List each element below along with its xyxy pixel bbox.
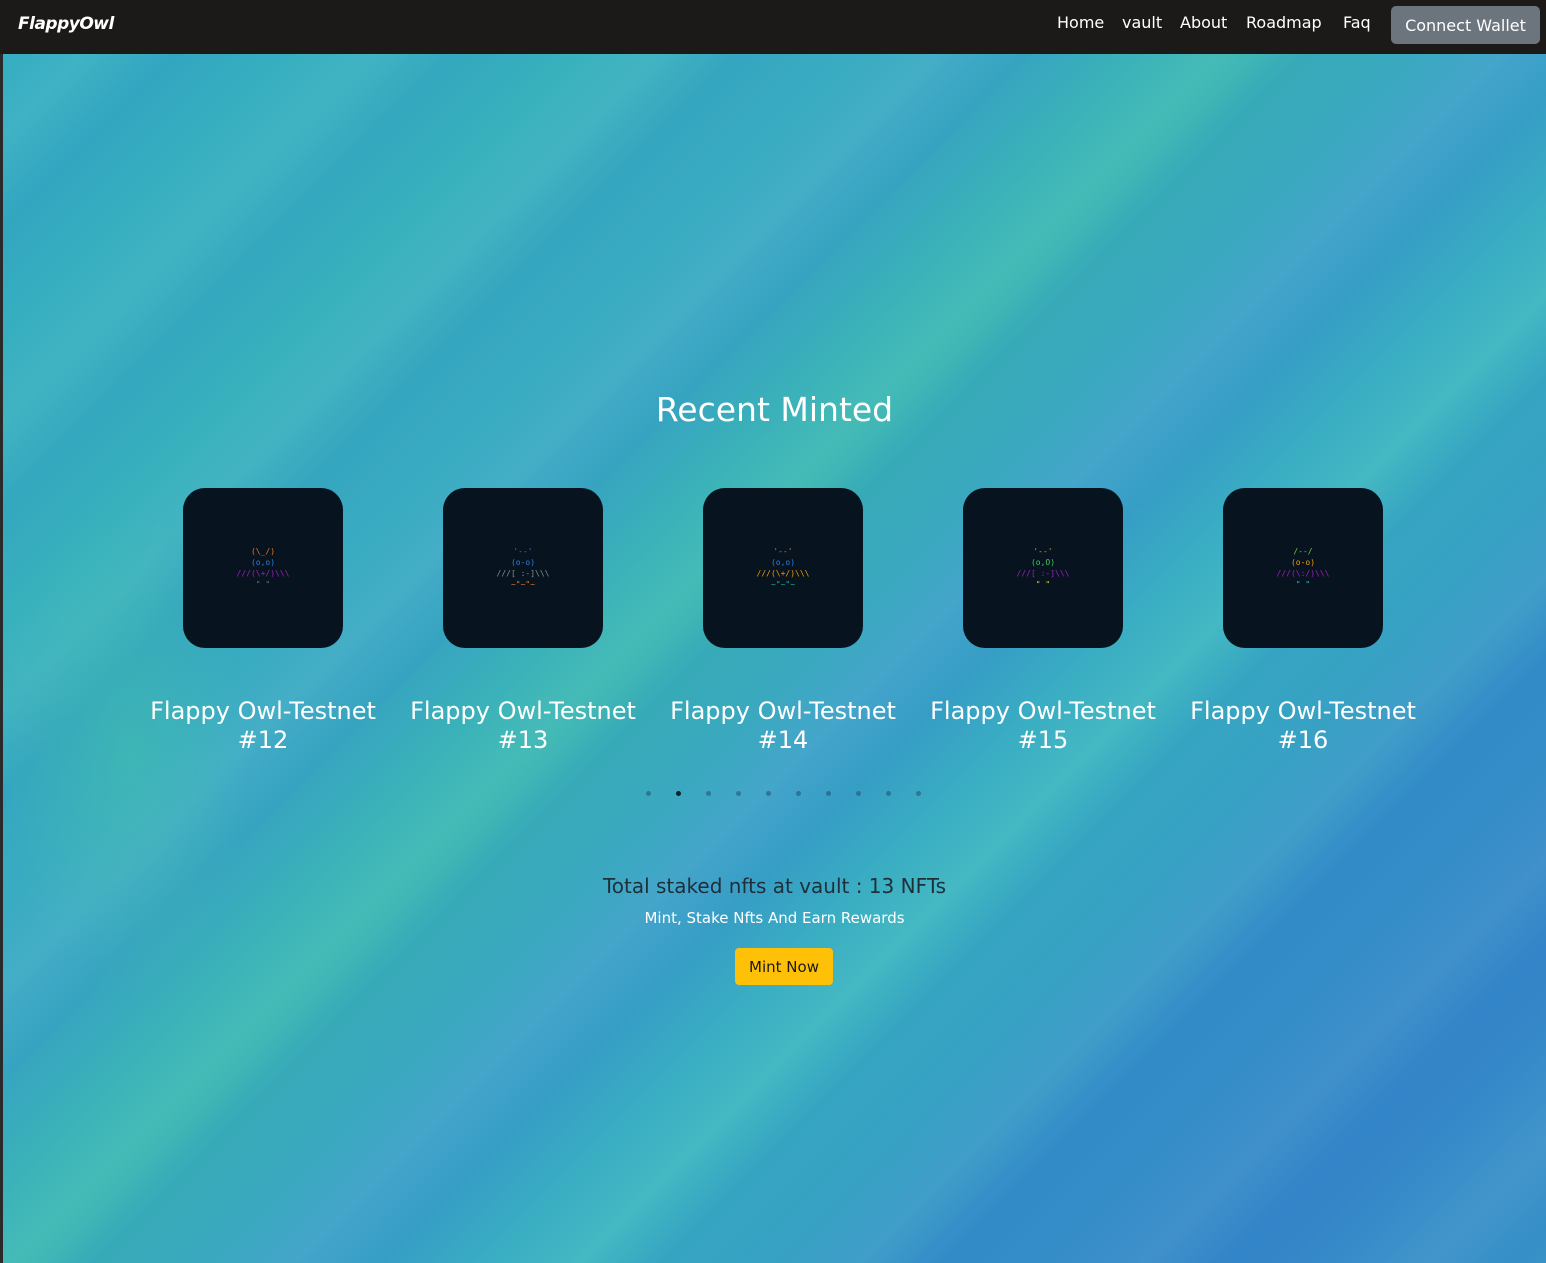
hero-section: Recent Minted (\_/) (o,o) ///(\+/)\\\ " " Fl…: [3, 54, 1546, 1263]
connect-wallet-button[interactable]: Connect Wallet: [1391, 6, 1540, 44]
nft-card[interactable]: '--' (o,o) ///(\+/)\\\ ~"~"~ Flappy Owl-Test…: [663, 488, 903, 758]
nft-image[interactable]: (\_/) (o,o) ///(\+/)\\\ " ": [183, 488, 343, 648]
nft-title: Flappy Owl-Testnet #14: [670, 697, 896, 754]
ascii-art-line: /--/: [1293, 547, 1313, 556]
ascii-art-line: ~"~"~: [510, 580, 536, 589]
nft-image[interactable]: '--' (o,O) ///[ :-]\\\ " ": [963, 488, 1123, 648]
ascii-art-line: '--': [773, 547, 793, 556]
pagination-dot[interactable]: [706, 791, 711, 796]
nft-title: Flappy Owl-Testnet #16: [1190, 697, 1416, 754]
pagination-dot[interactable]: [676, 791, 681, 796]
ascii-art-line: (o,O): [1030, 558, 1056, 567]
nft-image[interactable]: /--/ (o-o) ///(\:/)\\\ " ": [1223, 488, 1383, 648]
ascii-art-line: " ": [1295, 580, 1311, 589]
nft-card[interactable]: /--/ (o-o) ///(\:/)\\\ " " Flappy Owl-Testne…: [1183, 488, 1423, 758]
nav-link-faq[interactable]: Faq: [1343, 13, 1371, 32]
ascii-art-line: (o,o): [770, 558, 796, 567]
nav-link-home[interactable]: Home: [1057, 13, 1104, 32]
pagination-dot[interactable]: [766, 791, 771, 796]
tagline-text: Mint, Stake Nfts And Earn Rewards: [644, 909, 905, 927]
ascii-art-line: (o-o): [510, 558, 536, 567]
nft-image[interactable]: '--' (o-o) ///[ :-]\\\ ~"~"~: [443, 488, 603, 648]
pagination-dot[interactable]: [916, 791, 921, 796]
nft-card[interactable]: (\_/) (o,o) ///(\+/)\\\ " " Flappy Owl-Testn…: [143, 488, 383, 758]
ascii-art-line: ///[ :-]\\\: [1016, 569, 1070, 578]
staked-count-text: Total staked nfts at vault : 13 NFTs: [602, 874, 947, 898]
ascii-art-line: (\_/): [250, 547, 276, 556]
ascii-art-line: " ": [1035, 580, 1051, 589]
nav-link-about[interactable]: About: [1180, 13, 1227, 32]
nft-card[interactable]: '--' (o-o) ///[ :-]\\\ ~"~"~ Flappy Owl-Test…: [403, 488, 643, 758]
ascii-art-line: ///(\:/)\\\: [1276, 569, 1330, 578]
ascii-art-line: ///(\+/)\\\: [236, 569, 290, 578]
ascii-art-line: '--': [513, 547, 533, 556]
ascii-art-line: '--': [1033, 547, 1053, 556]
nav-link-roadmap[interactable]: Roadmap: [1246, 13, 1322, 32]
nft-title: Flappy Owl-Testnet #12: [150, 697, 376, 754]
section-title: Recent Minted: [655, 390, 894, 429]
nft-title: Flappy Owl-Testnet #15: [930, 697, 1156, 754]
nft-card[interactable]: '--' (o,O) ///[ :-]\\\ " " Flappy Owl-Testne…: [923, 488, 1163, 758]
ascii-art-line: ///(\+/)\\\: [756, 569, 810, 578]
pagination-dot[interactable]: [886, 791, 891, 796]
navbar: FlappyOwl Home vault About Roadmap Faq C…: [0, 0, 1546, 54]
ascii-art-line: " ": [255, 580, 271, 589]
pagination-dot[interactable]: [856, 791, 861, 796]
carousel-pagination: [3, 791, 1546, 801]
ascii-art-line: (o,o): [250, 558, 276, 567]
nft-title: Flappy Owl-Testnet #13: [410, 697, 636, 754]
pagination-dot[interactable]: [736, 791, 741, 796]
pagination-dot[interactable]: [646, 791, 651, 796]
ascii-art-line: (o-o): [1290, 558, 1316, 567]
ascii-art-line: ~"~"~: [770, 580, 796, 589]
nav-link-vault[interactable]: vault: [1122, 13, 1162, 32]
pagination-dot[interactable]: [796, 791, 801, 796]
mint-now-button[interactable]: Mint Now: [735, 948, 833, 985]
nft-image[interactable]: '--' (o,o) ///(\+/)\\\ ~"~"~: [703, 488, 863, 648]
pagination-dot[interactable]: [826, 791, 831, 796]
brand-logo[interactable]: FlappyOwl: [18, 14, 114, 34]
ascii-art-line: ///[ :-]\\\: [496, 569, 550, 578]
